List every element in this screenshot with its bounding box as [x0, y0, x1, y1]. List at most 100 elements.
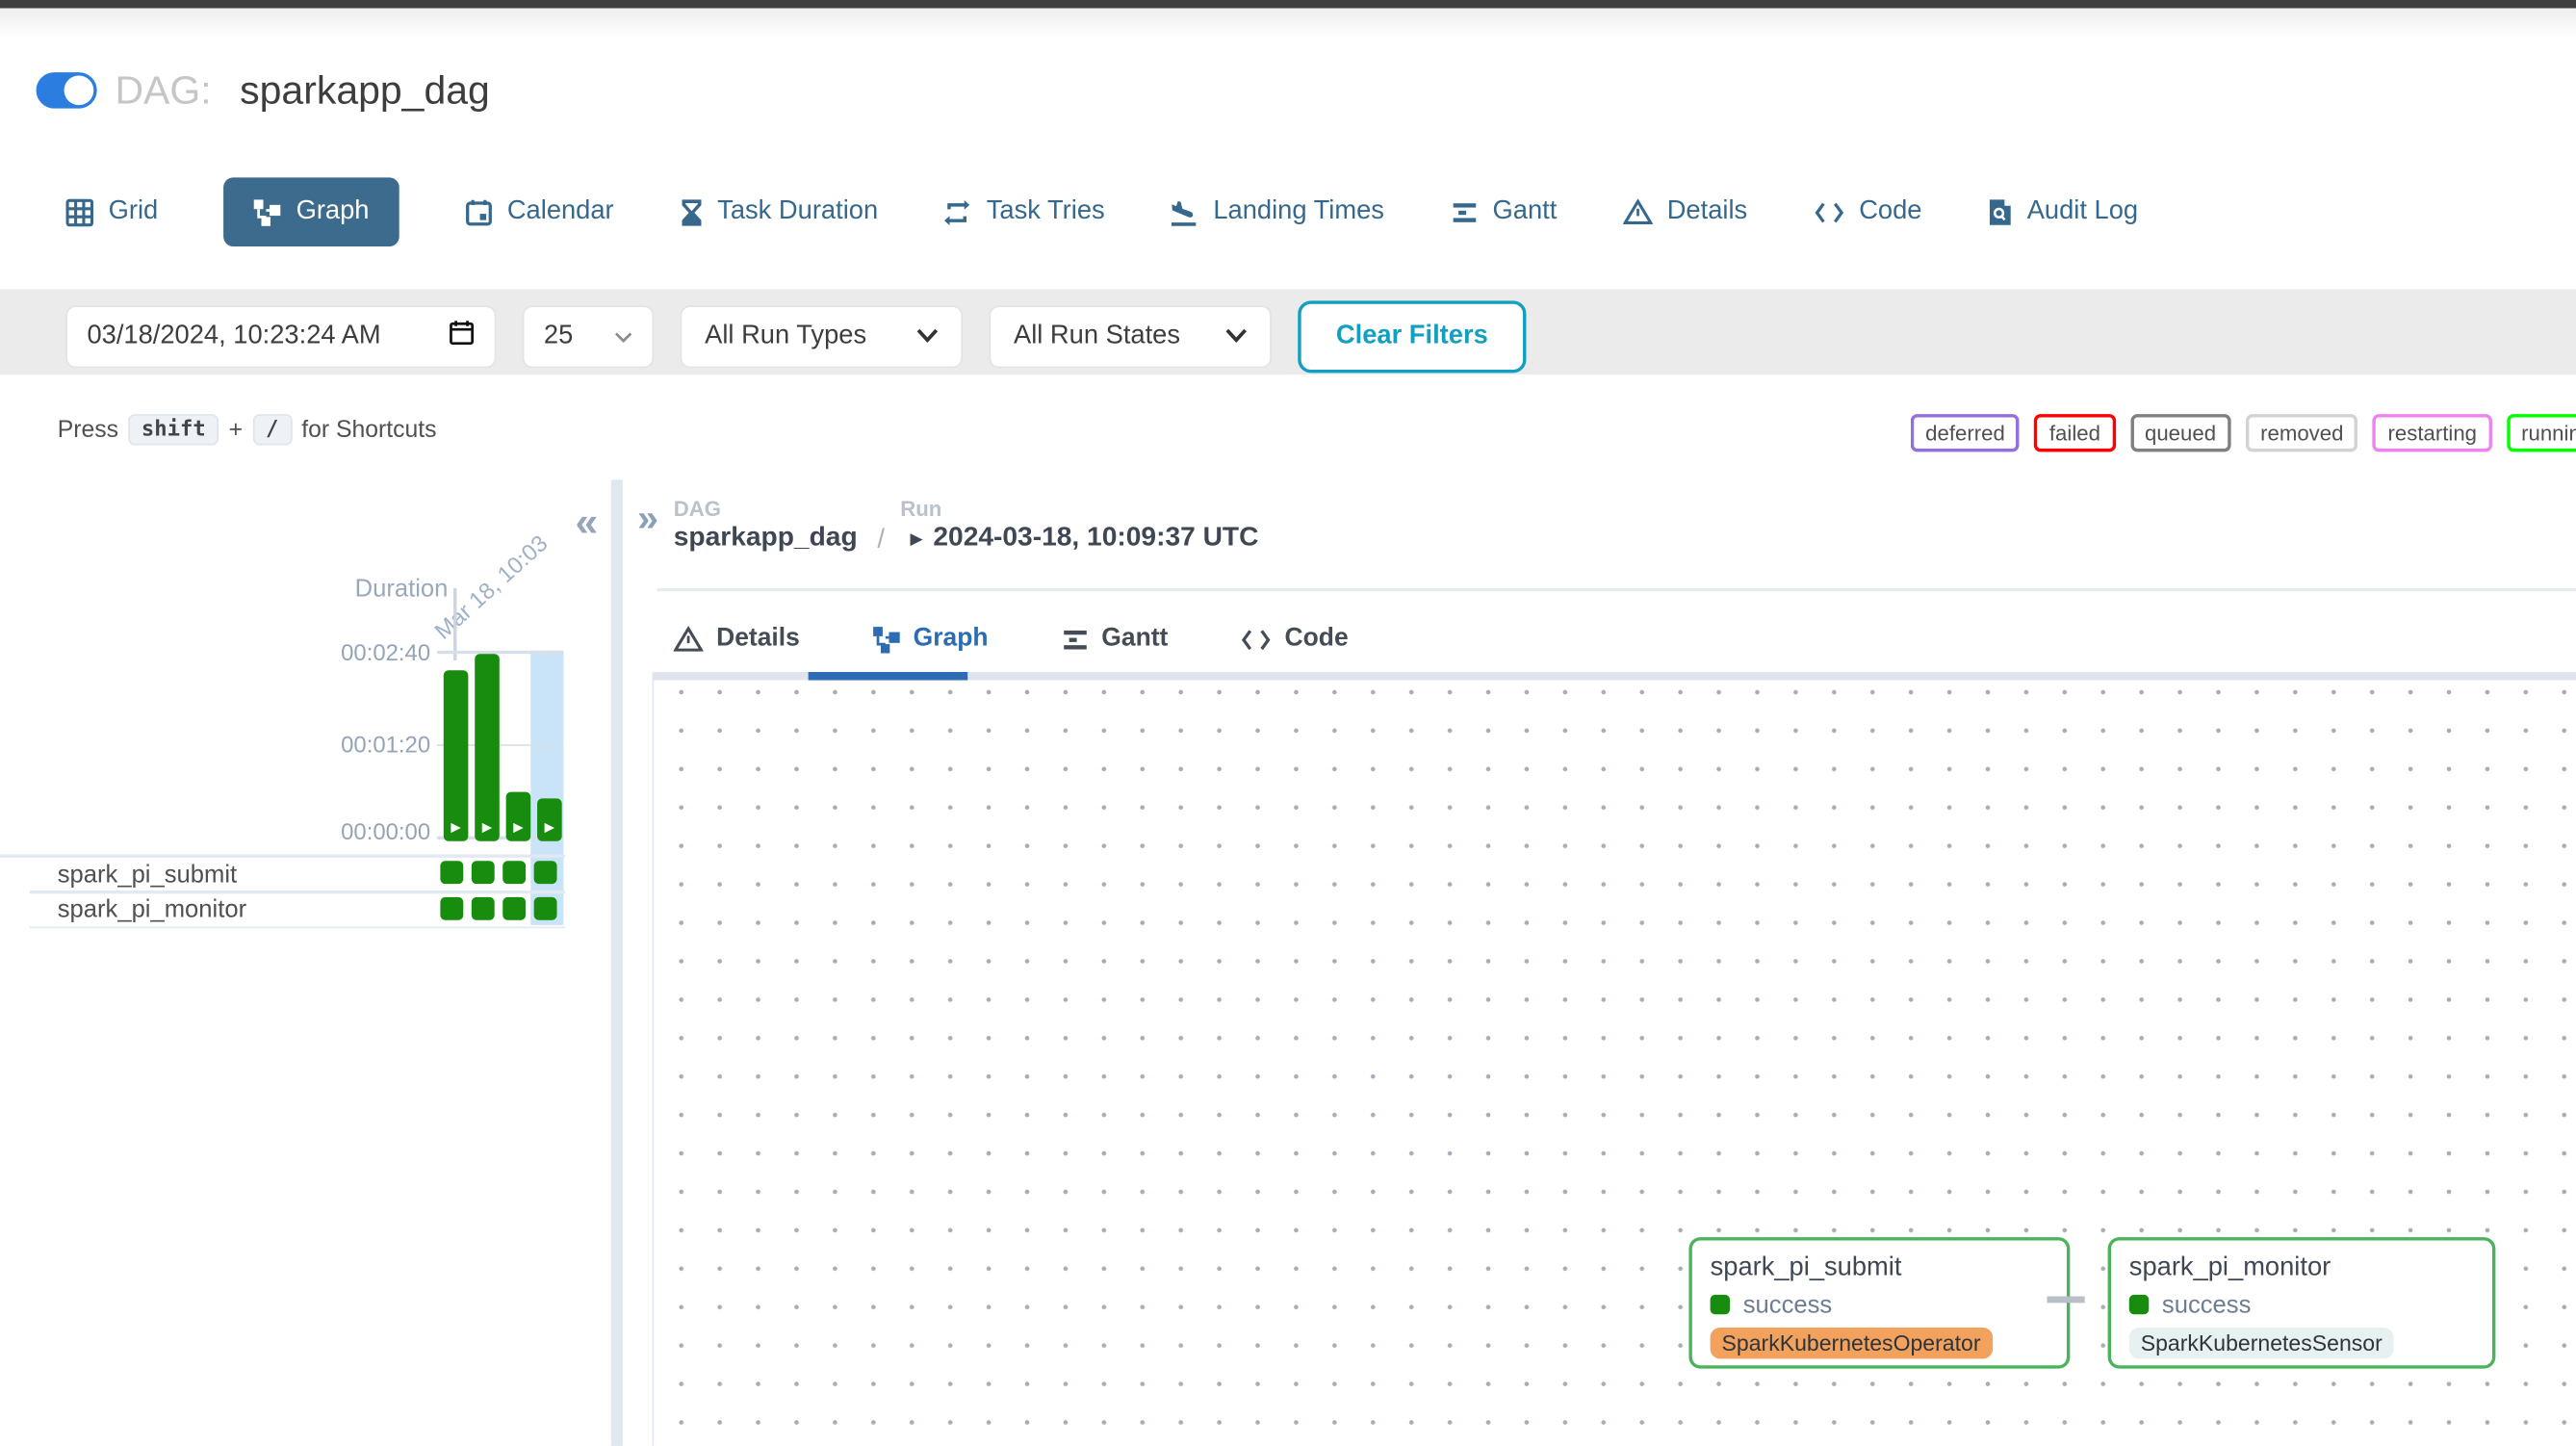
tab-grid[interactable]: Grid	[65, 197, 158, 227]
tab-label: Audit Log	[2027, 197, 2138, 227]
dag-run-bar[interactable]: ▶	[475, 654, 500, 841]
run-play-icon: ▶	[506, 818, 531, 838]
tab-task-duration[interactable]: Task Duration	[680, 197, 878, 227]
run-states-select[interactable]: All Run States	[989, 305, 1272, 368]
tab-label: Grid	[109, 197, 159, 227]
expand-panel-icon[interactable]: »	[637, 500, 658, 537]
graph-canvas[interactable]: spark_pi_submit success SparkKubernetesO…	[653, 680, 2576, 1446]
tab-label: Task Tries	[987, 197, 1105, 227]
task-node-spark-pi-monitor[interactable]: spark_pi_monitor success SparkKubernetes…	[2108, 1236, 2496, 1368]
task-state-text: success	[1743, 1291, 1832, 1319]
dag-run-bar[interactable]: ▶	[506, 792, 531, 841]
task-node-spark-pi-submit[interactable]: spark_pi_submit success SparkKubernetesO…	[1688, 1236, 2070, 1368]
panel-resize-handle[interactable]	[611, 479, 623, 1445]
success-state-icon	[1711, 1295, 1730, 1314]
tab-gantt[interactable]: Gantt	[1061, 625, 1169, 655]
legend-badge-queued[interactable]: queued	[2130, 414, 2231, 452]
collapse-panel-icon[interactable]: «	[575, 503, 598, 544]
legend-badge-failed[interactable]: failed	[2035, 414, 2116, 452]
task-instance-success[interactable]	[472, 896, 495, 919]
breadcrumb-run-label: Run	[900, 496, 941, 521]
grid-icon	[65, 198, 93, 226]
task-instance-success[interactable]	[440, 861, 463, 884]
legend-badge-restarting[interactable]: restarting	[2373, 414, 2491, 452]
legend-badge-deferred[interactable]: deferred	[1911, 414, 2020, 452]
breadcrumb-separator: /	[877, 526, 885, 555]
tab-task-tries[interactable]: Task Tries	[943, 197, 1104, 227]
gantt-icon	[1450, 198, 1478, 226]
dag-pause-toggle[interactable]	[37, 72, 97, 109]
task-row-label[interactable]: spark_pi_monitor	[58, 895, 246, 923]
tab-code[interactable]: Code	[1813, 197, 1921, 227]
tab-label: Gantt	[1493, 197, 1558, 227]
breadcrumb-dag-name[interactable]: sparkapp_dag	[674, 523, 858, 554]
calendar-picker-icon[interactable]	[449, 319, 475, 355]
airflow-dag-page: DAG: sparkapp_dag Grid Graph Calendar Task …	[0, 0, 2576, 1446]
repeat-icon	[943, 198, 971, 226]
breadcrumb-dag-label: DAG	[674, 496, 721, 521]
tab-graph[interactable]: Graph	[224, 177, 399, 246]
tab-landing-times[interactable]: Landing Times	[1171, 197, 1384, 227]
ytick-label: 00:02:40	[328, 639, 430, 665]
tab-gantt[interactable]: Gantt	[1450, 197, 1557, 227]
slash-key: /	[252, 414, 292, 445]
grid-panel: «	[0, 479, 611, 1445]
breadcrumb-run-value[interactable]: 2024-03-18, 10:09:37 UTC	[933, 523, 1258, 554]
task-instance-success[interactable]	[502, 896, 526, 919]
tab-details[interactable]: Details	[674, 625, 800, 655]
dag-title-prefix: DAG:	[115, 69, 211, 116]
ytick-label: 00:01:20	[328, 731, 430, 757]
legend-badge-removed[interactable]: removed	[2246, 414, 2358, 452]
success-state-icon	[2129, 1295, 2149, 1314]
task-instance-success[interactable]	[440, 896, 463, 919]
run-types-value: All Run Types	[705, 322, 866, 351]
task-instance-success[interactable]	[534, 861, 557, 884]
operator-pill: SparkKubernetesOperator	[1711, 1327, 1993, 1357]
chevron-down-icon	[1225, 322, 1247, 351]
task-state-text: success	[2162, 1291, 2251, 1319]
tab-code[interactable]: Code	[1240, 625, 1348, 655]
run-types-select[interactable]: All Run Types	[681, 305, 964, 368]
toggle-knob	[64, 76, 94, 106]
tab-label: Gantt	[1101, 625, 1168, 655]
code-icon	[1240, 627, 1271, 652]
task-edge	[2047, 1297, 2084, 1304]
chevron-down-icon	[614, 322, 632, 351]
task-instance-success[interactable]	[534, 896, 557, 919]
triangle-icon	[674, 626, 704, 652]
tab-details[interactable]: Details	[1623, 197, 1748, 227]
page-size-select[interactable]: 25	[523, 305, 655, 368]
divider	[0, 854, 565, 857]
run-caret-icon: ▶	[910, 530, 922, 549]
run-detail-panel: » DAG sparkapp_dag / Run ▶ 2024-03-18, 1…	[631, 479, 2576, 1445]
tab-label: Graph	[296, 197, 370, 227]
dag-run-bar[interactable]: ▶	[537, 798, 562, 840]
shortcuts-text-suffix: for Shortcuts	[301, 417, 436, 443]
shift-key: shift	[128, 414, 219, 445]
task-node-title: spark_pi_submit	[1711, 1252, 2049, 1282]
tab-graph[interactable]: Graph	[872, 625, 989, 655]
ytick-label: 00:00:00	[328, 818, 430, 844]
base-date-value: 03/18/2024, 10:23:24 AM	[87, 322, 380, 351]
divider	[30, 891, 565, 893]
graph-icon	[872, 625, 900, 653]
tab-label: Details	[716, 625, 800, 655]
task-instance-success[interactable]	[472, 861, 495, 884]
tab-label: Calendar	[507, 197, 614, 227]
run-date-tick	[453, 588, 456, 660]
tab-calendar[interactable]: Calendar	[464, 197, 613, 227]
legend-badge-running[interactable]: running	[2507, 414, 2576, 452]
run-states-value: All Run States	[1014, 322, 1180, 351]
tab-audit-log[interactable]: Audit Log	[1988, 197, 2138, 227]
dag-run-bar[interactable]: ▶	[444, 670, 469, 840]
base-date-input[interactable]: 03/18/2024, 10:23:24 AM	[65, 305, 496, 368]
run-play-icon: ▶	[475, 818, 500, 838]
page-size-value: 25	[544, 322, 573, 351]
run-panel-tabs: Details Graph Gantt Code	[674, 611, 1349, 667]
task-instance-success[interactable]	[502, 861, 526, 884]
task-row-label[interactable]: spark_pi_submit	[58, 861, 237, 889]
clear-filters-button[interactable]: Clear Filters	[1298, 300, 1526, 373]
shortcuts-hint: Press shift + / for Shortcuts	[58, 414, 437, 445]
run-play-icon: ▶	[444, 818, 469, 838]
window-top-strip	[0, 0, 2576, 9]
